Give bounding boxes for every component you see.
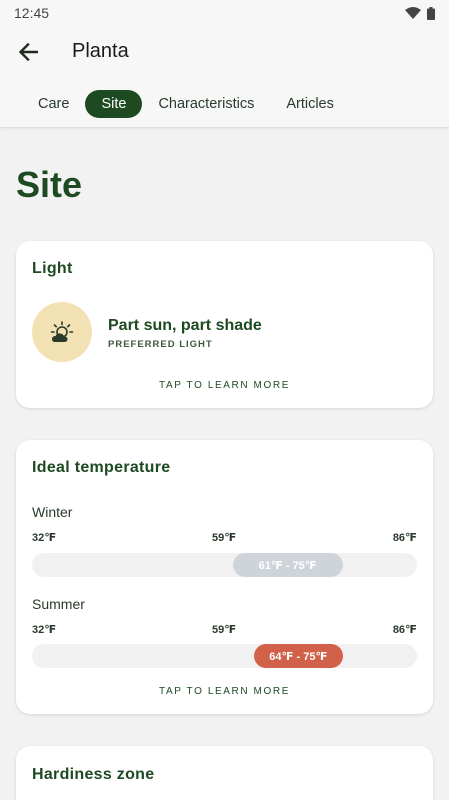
status-icons — [405, 6, 435, 20]
wifi-icon — [405, 7, 421, 19]
hardiness-card-title: Hardiness zone — [32, 766, 155, 783]
summer-scale-mid: 59℉ — [212, 624, 237, 636]
tab-characteristics-label: Characteristics — [158, 96, 255, 112]
back-button[interactable] — [14, 38, 42, 66]
tab-care[interactable]: Care — [22, 90, 85, 118]
winter-label: Winter — [32, 504, 73, 520]
tab-characteristics[interactable]: Characteristics — [142, 90, 270, 118]
winter-scale-min: 32℉ — [32, 532, 57, 544]
tab-articles-label: Articles — [286, 96, 334, 112]
preferred-light-caption: PREFERRED LIGHT — [108, 339, 213, 350]
temperature-card[interactable]: Ideal temperature Winter 32℉ 59℉ 86℉ 61℉… — [16, 440, 433, 714]
summer-range-label: 64℉ - 75℉ — [269, 650, 328, 663]
status-time: 12:45 — [14, 5, 50, 21]
light-card[interactable]: Light Part sun, part shade PREFERRED LIG… — [16, 241, 433, 408]
winter-scale-max: 86℉ — [392, 532, 417, 544]
light-learn-more-link[interactable]: TAP TO LEARN MORE — [16, 380, 433, 391]
winter-scale: 32℉ 59℉ 86℉ — [32, 531, 417, 545]
app-bar: Planta Care Site Characteristics Article… — [0, 26, 449, 128]
light-card-title: Light — [32, 260, 73, 277]
sun-cloud-icon — [50, 321, 74, 342]
hardiness-card[interactable]: Hardiness zone — [16, 746, 433, 800]
temperature-learn-more-link[interactable]: TAP TO LEARN MORE — [16, 686, 433, 697]
app-title: Planta — [72, 40, 129, 62]
summer-scale: 32℉ 59℉ 86℉ — [32, 623, 417, 637]
battery-icon — [427, 6, 435, 20]
summer-scale-max: 86℉ — [392, 624, 417, 636]
tab-site-label: Site — [101, 96, 127, 112]
winter-range-pill: 61℉ - 75℉ — [232, 553, 343, 577]
light-icon-badge — [32, 302, 92, 362]
preferred-light-value: Part sun, part shade — [108, 317, 262, 334]
summer-range-track: 64℉ - 75℉ — [32, 644, 417, 668]
summer-label: Summer — [32, 596, 85, 612]
page-title: Site — [16, 164, 83, 205]
arrow-back-icon — [18, 43, 38, 61]
status-bar: 12:45 — [0, 0, 449, 26]
winter-range-label: 61℉ - 75℉ — [258, 559, 317, 572]
winter-scale-mid: 59℉ — [212, 532, 237, 544]
tab-articles[interactable]: Articles — [270, 90, 350, 118]
tab-care-label: Care — [38, 96, 70, 112]
tab-bar: Care Site Characteristics Articles — [22, 90, 350, 118]
summer-range-pill: 64℉ - 75℉ — [254, 644, 343, 668]
temperature-card-title: Ideal temperature — [32, 459, 171, 476]
tab-site[interactable]: Site — [85, 90, 143, 118]
winter-range-track: 61℉ - 75℉ — [32, 553, 417, 577]
summer-scale-min: 32℉ — [32, 624, 57, 636]
